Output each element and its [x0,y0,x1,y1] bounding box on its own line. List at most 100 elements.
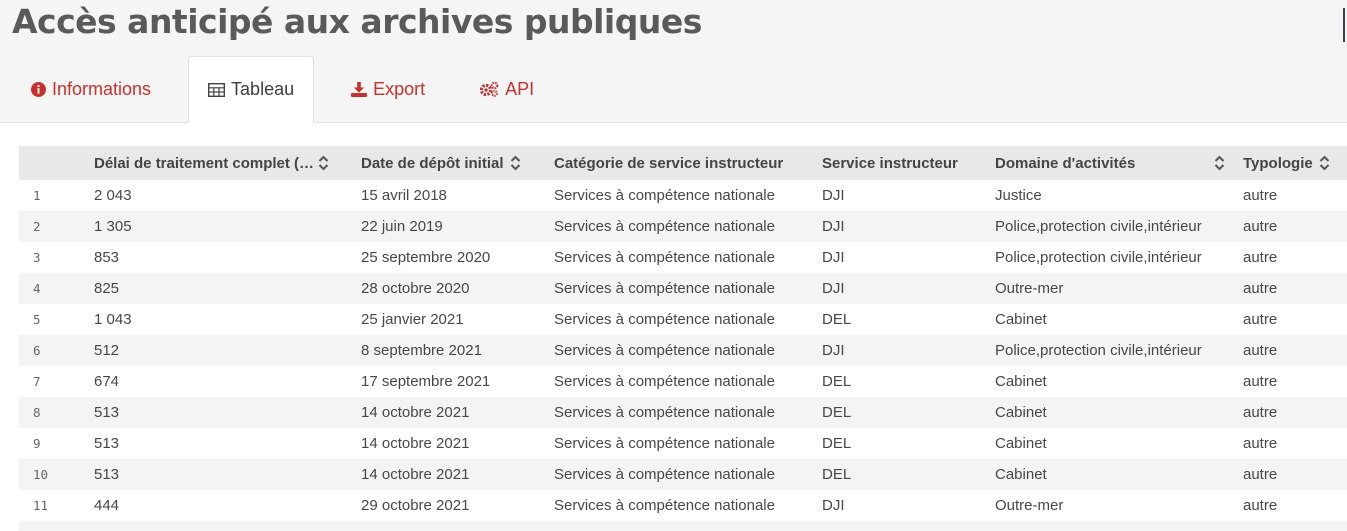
cell-categorie: Services à compétence nationale [554,187,775,204]
cell-service: DEL [822,311,852,328]
sort-icon[interactable] [510,155,521,171]
page-header: Accès anticipé aux archives publiques In… [0,0,1347,123]
cell-categorie: Services à compétence nationale [554,218,775,235]
tab-api[interactable]: API [460,56,553,122]
cell-typologie: autre [1243,280,1278,297]
tab-label: API [505,78,535,99]
cell-domaine: Cabinet [995,466,1047,483]
table-row[interactable]: 9 513 14 octobre 2021 Services à compéte… [19,428,1347,459]
cell-date: 14 octobre 2021 [361,466,470,483]
column-header-date[interactable]: Date de dépôt initial [361,155,554,172]
row-number: 11 [33,498,49,513]
cell-categorie: Services à compétence nationale [554,466,775,483]
column-header-label: Catégorie de service instructeur [554,154,784,172]
cell-typologie: autre [1243,218,1278,235]
cell-date: 14 octobre 2021 [361,435,470,452]
cell-delai: 512 [94,342,120,359]
tab-tableau[interactable]: Tableau [188,56,315,123]
column-header-categorie[interactable]: Catégorie de service instructeur [554,155,822,172]
sort-icon[interactable] [318,155,329,171]
cell-date: 25 septembre 2020 [361,249,491,266]
tab-bar: Informations Tableau Export API [12,56,553,123]
column-header-label: Délai de traitement complet (… [94,154,315,172]
cell-typologie: autre [1243,311,1278,328]
cell-typologie: autre [1243,497,1278,514]
cell-service: DJI [822,497,845,514]
cell-typologie: autre [1243,249,1278,266]
row-number: 8 [33,405,41,420]
page-title: Accès anticipé aux archives publiques [12,2,702,41]
download-icon [351,81,368,97]
table-row[interactable]: 4 825 28 octobre 2020 Services à compéte… [19,273,1347,304]
cell-domaine: Outre-mer [995,280,1064,297]
sort-icon[interactable] [1214,155,1225,171]
column-header-service[interactable]: Service instructeur [822,155,995,172]
column-header-delai[interactable]: Délai de traitement complet (… [94,155,361,172]
cell-service: DJI [822,218,845,235]
cell-domaine: Justice [995,187,1042,204]
row-number: 7 [33,374,41,389]
info-circle-icon [31,81,46,97]
column-header-domaine[interactable]: Domaine d'activités [995,155,1243,172]
row-number: 3 [33,250,41,265]
cell-categorie: Services à compétence nationale [554,497,775,514]
cogs-icon [479,81,499,97]
column-header-label: Typologie [1243,154,1313,172]
table-row[interactable]: 2 1 305 22 juin 2019 Services à compéten… [19,211,1347,242]
cell-delai: 1 305 [94,218,132,235]
cell-delai: 513 [94,466,120,483]
cell-domaine: Cabinet [995,435,1047,452]
cell-date: 28 octobre 2020 [361,280,470,297]
cell-categorie: Services à compétence nationale [554,280,775,297]
cell-date: 8 septembre 2021 [361,342,482,359]
cell-delai: 674 [94,373,120,390]
column-header-label: Date de dépôt initial [361,154,504,172]
table-row[interactable]: 11 444 29 octobre 2021 Services à compét… [19,490,1347,521]
cell-delai: 1 043 [94,311,132,328]
cell-categorie: Services à compétence nationale [554,435,775,452]
cell-domaine: Police,protection civile,intérieur [995,249,1202,266]
cell-service: DEL [822,466,852,483]
column-header-label: Service instructeur [822,154,958,172]
table-row[interactable]: 8 513 14 octobre 2021 Services à compéte… [19,397,1347,428]
column-header-label: Domaine d'activités [995,154,1136,172]
cell-delai: 513 [94,435,120,452]
table-row[interactable]: 6 512 8 septembre 2021 Services à compét… [19,335,1347,366]
row-number: 2 [33,219,41,234]
table-header-row: Délai de traitement complet (… Date de d… [19,146,1347,180]
table-row[interactable]: 7 674 17 septembre 2021 Services à compé… [19,366,1347,397]
table-row[interactable]: 1 2 043 15 avril 2018 Services à compéte… [19,180,1347,211]
cell-domaine: Cabinet [995,404,1047,421]
table-row[interactable]: 10 513 14 octobre 2021 Services à compét… [19,459,1347,490]
cell-domaine: Cabinet [995,311,1047,328]
table-row[interactable]: 3 853 25 septembre 2020 Services à compé… [19,242,1347,273]
window-edge-divider [1343,8,1345,42]
column-header-typologie[interactable]: Typologie [1243,155,1347,172]
cell-date: 17 septembre 2021 [361,373,491,390]
tab-informations[interactable]: Informations [12,56,170,122]
cell-date: 25 janvier 2021 [361,311,464,328]
row-number: 1 [33,188,41,203]
cell-service: DEL [822,373,852,390]
cell-categorie: Services à compétence nationale [554,342,775,359]
cell-categorie: Services à compétence nationale [554,373,775,390]
table-row-partial [19,521,1347,531]
cell-typologie: autre [1243,466,1278,483]
cell-service: DEL [822,404,852,421]
table-icon [208,82,226,97]
table-row[interactable]: 5 1 043 25 janvier 2021 Services à compé… [19,304,1347,335]
row-number: 10 [33,467,49,482]
row-number: 4 [33,281,41,296]
cell-service: DJI [822,342,845,359]
cell-date: 15 avril 2018 [361,187,447,204]
data-table: Délai de traitement complet (… Date de d… [19,146,1347,531]
row-number: 6 [33,343,41,358]
cell-typologie: autre [1243,342,1278,359]
cell-date: 29 octobre 2021 [361,497,470,514]
sort-icon[interactable] [1319,155,1330,171]
tab-export[interactable]: Export [332,56,444,122]
cell-delai: 2 043 [94,187,132,204]
cell-typologie: autre [1243,373,1278,390]
cell-domaine: Cabinet [995,373,1047,390]
cell-service: DJI [822,280,845,297]
